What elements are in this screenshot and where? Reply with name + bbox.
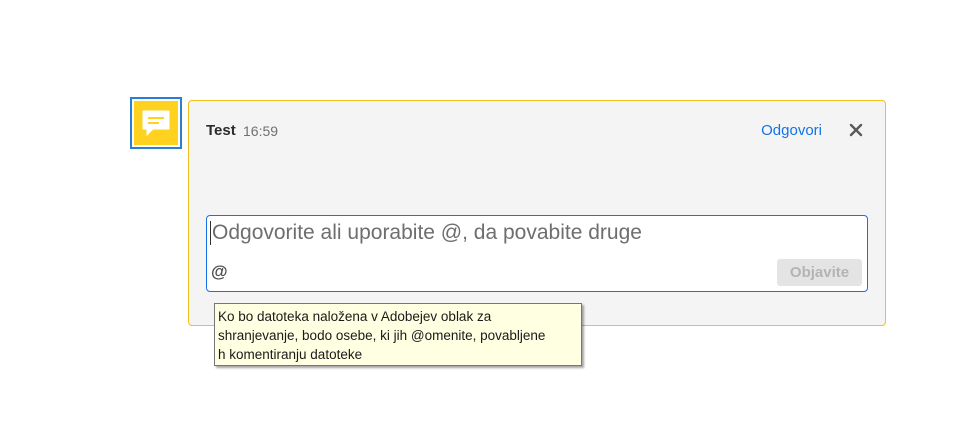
- tooltip-line: Ko bo datoteka naložena v Adobejev oblak…: [218, 309, 492, 324]
- close-icon[interactable]: [847, 121, 865, 139]
- speech-bubble-icon: [142, 110, 170, 137]
- comment-note-icon[interactable]: [130, 97, 182, 149]
- comment-card: Test 16:59 Odgovori Odgovorite ali upora…: [188, 100, 886, 326]
- reply-input-placeholder: Odgovorite ali uporabite @, da povabite …: [210, 221, 642, 245]
- mention-tooltip: Ko bo datoteka naložena v Adobejev oblak…: [214, 303, 582, 366]
- tooltip-line: h komentiranju datoteke: [218, 347, 363, 362]
- comment-author: Test: [206, 122, 236, 139]
- reply-input[interactable]: Odgovorite ali uporabite @, da povabite …: [206, 215, 868, 292]
- comment-time: 16:59: [243, 123, 279, 139]
- comment-panel: Test 16:59 Odgovori Odgovorite ali upora…: [0, 0, 953, 441]
- post-button[interactable]: Objavite: [777, 259, 862, 286]
- reply-link[interactable]: Odgovori: [761, 122, 822, 139]
- tooltip-line: shranjevanje, bodo osebe, ki jih @omenit…: [218, 328, 546, 343]
- mention-button[interactable]: @: [211, 262, 228, 282]
- note-icon-background: [134, 101, 178, 145]
